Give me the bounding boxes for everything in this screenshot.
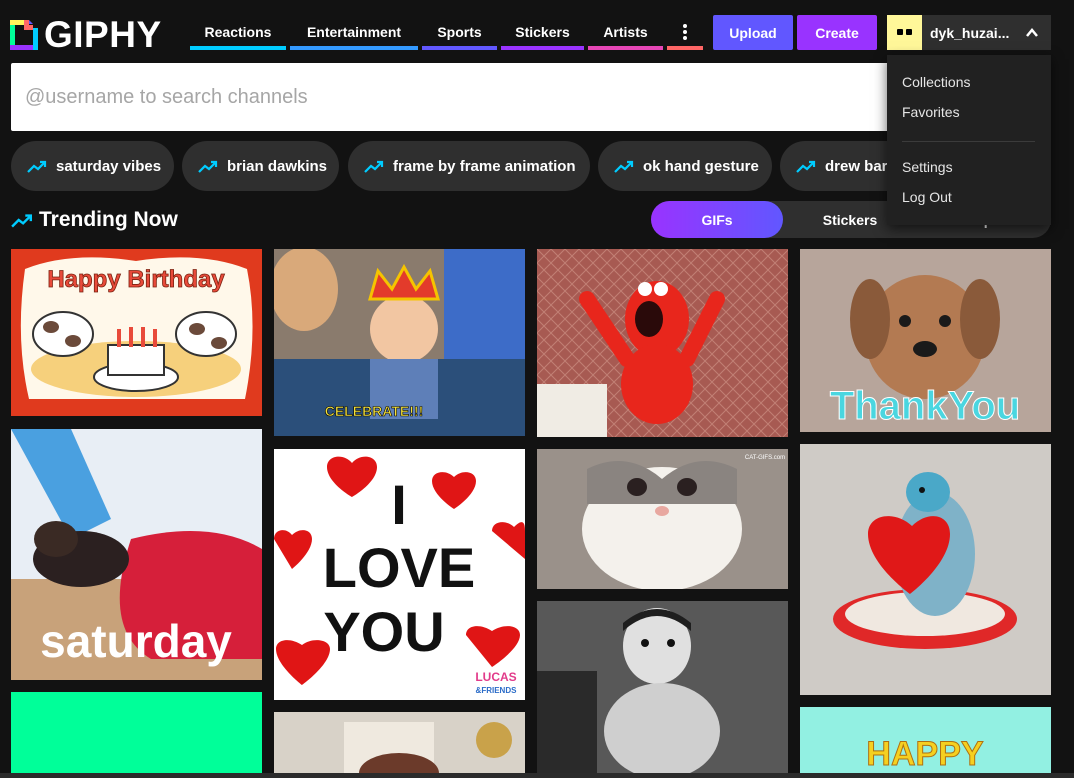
upload-button[interactable]: Upload [713,15,793,50]
gif-watermark: CAT-GIFS.com [745,455,785,461]
pill-label: brian dawkins [227,157,328,175]
gif-watermark: LUCAS [475,670,516,684]
gif-caption: YOU [323,600,444,663]
nav-label: Sports [437,23,482,40]
trending-title: Trending Now [39,208,178,231]
gif-tile-room[interactable] [274,712,525,773]
trending-search-pill[interactable]: drew barr [780,141,887,191]
nav-label: Stickers [515,23,570,40]
menu-item-logout[interactable]: Log Out [902,189,952,205]
trending-search-pill[interactable]: saturday vibes [11,141,174,191]
pill-label: drew barr [825,157,887,175]
gif-tile-green[interactable] [11,692,262,773]
chevron-up-icon [1026,27,1038,37]
gif-tile-happy-birthday[interactable]: Happy Birthday [11,249,262,416]
tab-label: Stickers [822,211,878,228]
gif-watermark: &FRIENDS [476,686,518,695]
trending-search-pill[interactable]: ok hand gesture [598,141,772,191]
upload-label: Upload [729,24,777,41]
gif-tile-boy[interactable] [537,601,788,773]
menu-item-settings[interactable]: Settings [902,159,953,175]
gif-tile-thank-you[interactable]: ThankYou [800,249,1051,432]
nav-entertainment[interactable]: Entertainment [290,15,418,50]
brand-name: GIPHY [44,14,162,55]
tab-label: GIFs [701,211,733,228]
search-bar [11,62,887,132]
trending-search-pill[interactable]: frame by frame animation [348,141,590,191]
gif-caption: saturday [40,615,232,667]
trending-arrow-icon [796,160,816,173]
pill-label: saturday vibes [56,157,162,175]
gif-caption: ThankYou [830,384,1020,428]
trending-search-pill[interactable]: brian dawkins [182,141,339,191]
trending-arrow-icon [198,160,218,173]
pill-label: ok hand gesture [643,157,759,175]
window-bottom-edge [0,773,1074,778]
gif-caption: CELEBRATE!!! [325,403,424,419]
pill-label: frame by frame animation [393,157,576,175]
gif-tile-i-love-you[interactable]: I LOVE YOU LUCAS &FRIENDS [274,449,525,700]
trending-arrow-icon [11,214,33,228]
gif-caption: HAPPY [866,735,983,773]
nav-label: Reactions [204,23,272,40]
trending-arrow-icon [364,160,384,173]
trending-arrow-icon [614,160,634,173]
menu-divider [902,141,1035,142]
nav-label: Entertainment [306,23,402,40]
create-button[interactable]: Create [797,15,877,50]
search-input[interactable] [11,62,887,132]
create-label: Create [815,24,859,41]
more-vertical-icon[interactable] [667,15,703,50]
gif-caption: Happy Birthday [47,266,225,293]
menu-item-favorites[interactable]: Favorites [902,104,960,120]
giphy-logo-icon [10,18,38,52]
nav-reactions[interactable]: Reactions [190,15,286,50]
gif-tile-happy[interactable]: HAPPY [800,707,1051,773]
nav-sports[interactable]: Sports [422,15,497,50]
trending-header: Trending Now [11,205,178,235]
gif-caption: I [391,473,407,536]
nav-artists[interactable]: Artists [588,15,663,50]
trending-arrow-icon [27,160,47,173]
menu-item-collections[interactable]: Collections [902,74,970,90]
gif-tile-parrot-heart[interactable] [800,444,1051,695]
user-menu-button[interactable]: dyk_huzai... [887,15,1051,50]
username: dyk_huzai... [930,24,1010,41]
nav-label: Artists [603,23,648,40]
gif-caption: LOVE [323,536,475,599]
gif-tile-cat[interactable]: CAT-GIFS.com [537,449,788,589]
avatar [887,15,922,50]
gif-tile-celebrate[interactable]: CELEBRATE!!! [274,249,525,436]
gif-tile-elmo[interactable] [537,249,788,437]
user-dropdown-menu: Collections Favorites Settings Log Out [887,55,1051,225]
tab-gifs[interactable]: GIFs [651,201,783,238]
nav-stickers[interactable]: Stickers [501,15,584,50]
giphy-logo[interactable]: GIPHY [10,14,182,55]
gif-tile-saturday[interactable]: saturday [11,429,262,680]
